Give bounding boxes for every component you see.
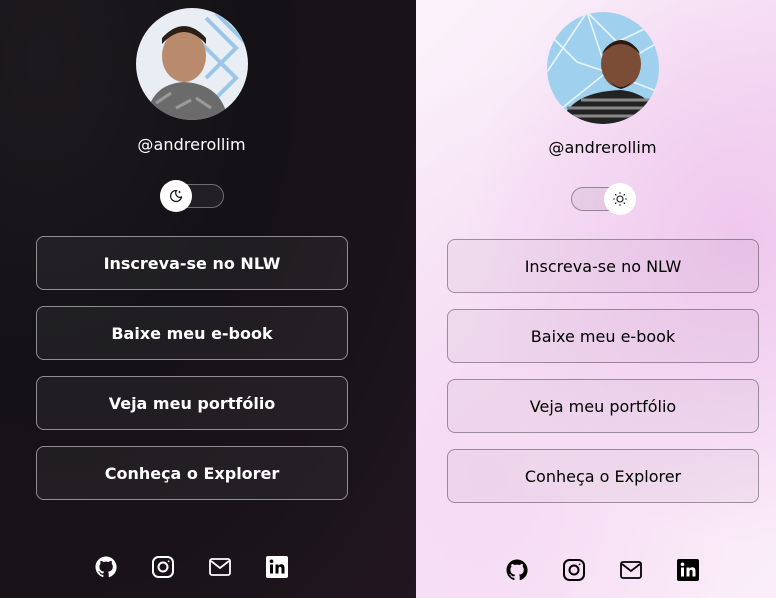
instagram-icon[interactable]	[151, 555, 175, 579]
social-links	[94, 555, 289, 579]
github-icon[interactable]	[505, 558, 529, 582]
theme-switch[interactable]	[160, 180, 224, 212]
github-icon[interactable]	[94, 555, 118, 579]
dark-theme-panel: @andrerollim Inscreva-se no NLW Baixe me…	[0, 0, 416, 598]
links-list: Inscreva-se no NLW Baixe meu e-book Veja…	[416, 239, 776, 519]
sun-icon	[613, 192, 627, 206]
light-theme-panel: @andrerollim Inscreva-se no NLW Baixe me…	[416, 0, 776, 598]
link-nlw-button[interactable]: Inscreva-se no NLW	[36, 236, 348, 290]
profile-avatar	[136, 8, 248, 120]
link-ebook-button[interactable]: Baixe meu e-book	[447, 309, 759, 363]
link-explorer-button[interactable]: Conheça o Explorer	[447, 449, 759, 503]
link-ebook-button[interactable]: Baixe meu e-book	[36, 306, 348, 360]
social-links	[505, 558, 700, 582]
username: @andrerollim	[548, 138, 657, 157]
instagram-icon[interactable]	[562, 558, 586, 582]
link-portfolio-button[interactable]: Veja meu portfólio	[447, 379, 759, 433]
link-nlw-button[interactable]: Inscreva-se no NLW	[447, 239, 759, 293]
profile-avatar	[547, 12, 659, 124]
link-explorer-button[interactable]: Conheça o Explorer	[36, 446, 348, 500]
theme-switch[interactable]	[571, 183, 636, 215]
theme-switch-knob[interactable]	[604, 183, 636, 215]
mail-icon[interactable]	[619, 558, 643, 582]
linkedin-icon[interactable]	[265, 555, 289, 579]
mail-icon[interactable]	[208, 555, 232, 579]
moon-stars-icon	[170, 189, 183, 203]
linkedin-icon[interactable]	[676, 558, 700, 582]
link-portfolio-button[interactable]: Veja meu portfólio	[36, 376, 348, 430]
links-list: Inscreva-se no NLW Baixe meu e-book Veja…	[0, 236, 416, 516]
username: @andrerollim	[137, 135, 246, 154]
theme-switch-knob[interactable]	[160, 180, 192, 212]
